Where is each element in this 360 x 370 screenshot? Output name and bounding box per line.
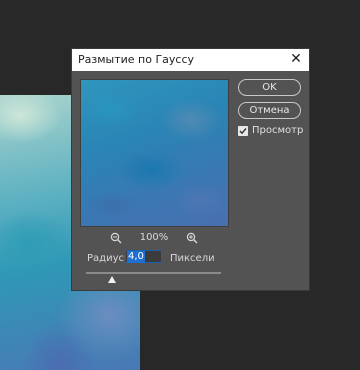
filter-preview[interactable]: [80, 79, 229, 227]
zoom-out-icon[interactable]: [110, 232, 122, 244]
radius-input[interactable]: 4,0: [125, 250, 162, 263]
dialog-titlebar[interactable]: Размытие по Гауссу ✕: [72, 49, 309, 71]
dialog-title: Размытие по Гауссу: [78, 53, 195, 66]
radius-slider-thumb[interactable]: [108, 276, 116, 283]
gaussian-blur-dialog: Размытие по Гауссу ✕ 100% Радиус: 4,0 Пи…: [71, 48, 310, 291]
radius-label: Радиус:: [87, 253, 128, 264]
radius-value: 4,0: [127, 251, 145, 263]
close-icon[interactable]: ✕: [289, 51, 303, 67]
preview-label: Просмотр: [252, 125, 304, 136]
checkmark-icon: [239, 128, 247, 135]
zoom-controls: 100%: [80, 232, 229, 246]
preview-checkbox[interactable]: [238, 126, 248, 136]
radius-unit-label: Пиксели: [170, 253, 215, 264]
radius-slider-track[interactable]: [86, 272, 221, 274]
zoom-in-icon[interactable]: [186, 232, 198, 244]
ok-button[interactable]: OK: [238, 79, 301, 96]
zoom-level: 100%: [139, 232, 169, 243]
cancel-button[interactable]: Отмена: [238, 102, 301, 119]
